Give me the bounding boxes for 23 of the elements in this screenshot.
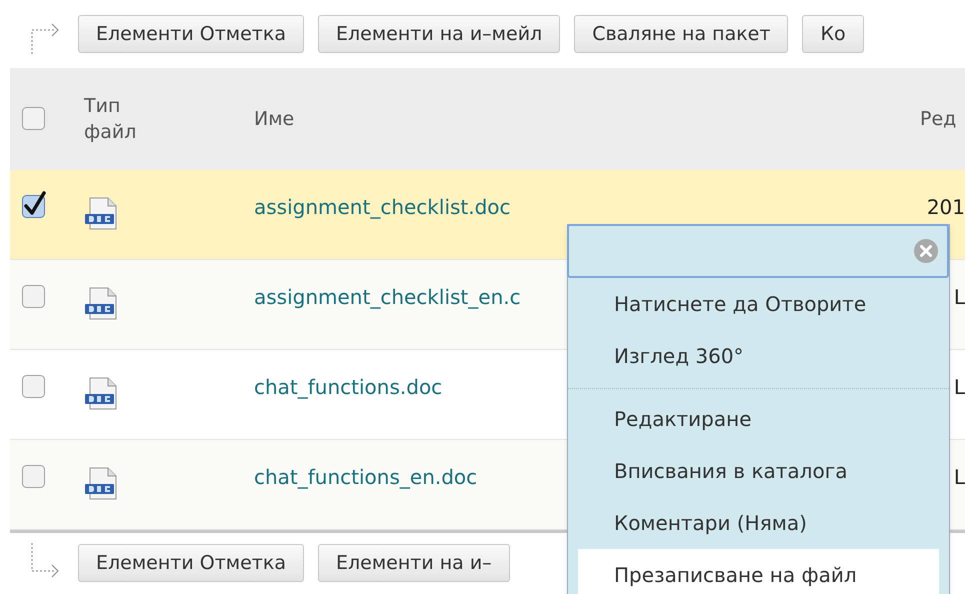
file-link[interactable]: chat_functions_en.doc — [254, 465, 478, 489]
checkbox[interactable] — [22, 190, 47, 218]
toolbar-button[interactable]: Елементи на и–мейл — [318, 15, 560, 53]
file-link[interactable]: assignment_checklist.doc — [254, 195, 511, 219]
column-header: Тип файл — [84, 94, 138, 145]
file-link[interactable]: assignment_checklist_en.c — [254, 285, 521, 309]
table-cell-text: L — [954, 284, 965, 311]
menu-item[interactable]: Натиснете да Отворите — [578, 278, 939, 330]
table-cell-text: L — [954, 374, 965, 401]
column-header: Ред — [920, 108, 956, 130]
toolbar-button[interactable]: Елементи на и– — [318, 544, 510, 582]
file-link[interactable]: chat_functions.doc — [254, 375, 442, 399]
menu-item[interactable]: Вписвания в каталога — [578, 445, 939, 497]
toolbar-button[interactable]: Ко — [802, 15, 864, 53]
toolbar-button[interactable]: Елементи Отметка — [78, 544, 304, 582]
table-cell-text: 201 — [926, 194, 965, 221]
column-header: Име — [254, 108, 294, 130]
clear-icon[interactable] — [913, 238, 939, 264]
toolbar-button[interactable]: Сваляне на пакет — [574, 15, 788, 53]
menu-search-field[interactable] — [567, 224, 949, 278]
menu-item[interactable]: Презаписване на файл — [578, 549, 939, 594]
table-cell-text: L — [954, 464, 965, 491]
toolbar-button[interactable]: Елементи Отметка — [78, 15, 304, 53]
